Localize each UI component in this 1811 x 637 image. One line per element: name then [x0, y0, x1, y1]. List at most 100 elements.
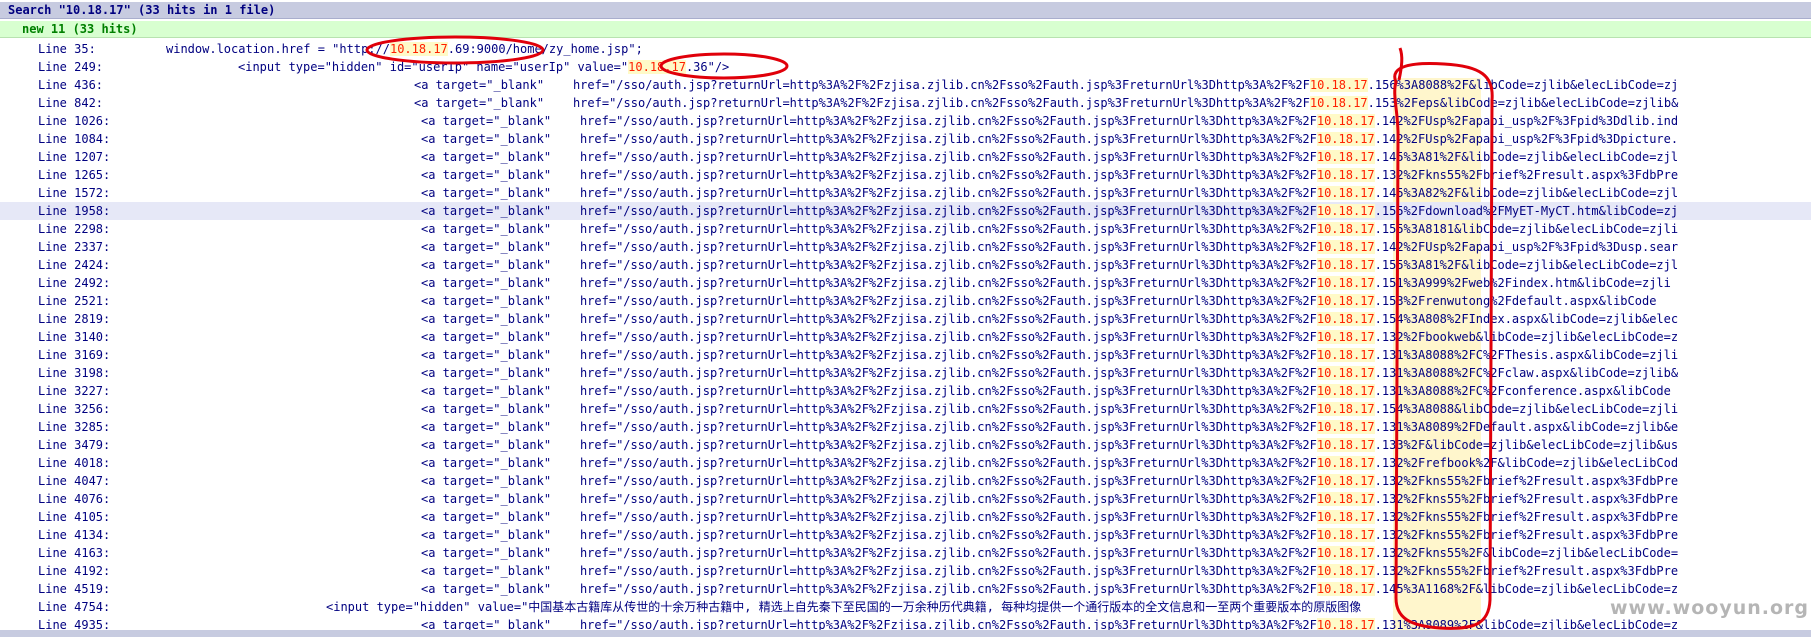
search-match: 10.18.17	[1316, 366, 1375, 380]
hit-code-text: <a target="_blank" href="/sso/auth.jsp?r…	[421, 222, 1679, 236]
search-match: 10.18.17	[1316, 276, 1375, 290]
hit-code-text: <a target="_blank" href="/sso/auth.jsp?r…	[421, 402, 1679, 416]
hit-line-number: Line 3479:	[38, 438, 111, 452]
hit-row[interactable]: Line 4163: <a target="_blank" href="/sso/…	[0, 544, 1811, 562]
hit-line-number: Line 4105:	[38, 510, 111, 524]
hit-row[interactable]: Line 3479: <a target="_blank" href="/sso/…	[0, 436, 1811, 454]
panel-bottom-edge	[0, 630, 1811, 637]
hit-row[interactable]: Line 3140: <a target="_blank" href="/sso/…	[0, 328, 1811, 346]
hit-row[interactable]: Line 1084: <a target="_blank" href="/sso/…	[0, 130, 1811, 148]
hit-row[interactable]: Line 2298: <a target="_blank" href="/sso/…	[0, 220, 1811, 238]
search-match: 10.18.17	[1316, 492, 1375, 506]
hit-code-text: <a target="_blank" href="/sso/auth.jsp?r…	[421, 474, 1679, 488]
search-match: 10.18.17	[1309, 96, 1368, 110]
search-match: 10.18.17	[1316, 294, 1375, 308]
hit-line-number: Line 1026:	[38, 114, 111, 128]
search-results-header[interactable]: Search "10.18.17" (33 hits in 1 file)	[0, 2, 1811, 19]
hit-code-text: window.location.href = "http://10.18.17.…	[166, 42, 643, 56]
hit-row[interactable]: Line 2424: <a target="_blank" href="/sso/…	[0, 256, 1811, 274]
hit-code-text: <a target="_blank" href="/sso/auth.jsp?r…	[421, 438, 1679, 452]
hit-line-number: Line 3198:	[38, 366, 111, 380]
hit-code-text: <a target="_blank" href="/sso/auth.jsp?r…	[414, 78, 1679, 92]
hit-code-text: <a target="_blank" href="/sso/auth.jsp?r…	[421, 150, 1679, 164]
hit-line-number: Line 3285:	[38, 420, 111, 434]
hit-code-text: <a target="_blank" href="/sso/auth.jsp?r…	[421, 330, 1679, 344]
hit-row[interactable]: Line 35: window.location.href = "http://1…	[0, 40, 1811, 58]
hit-code-text: <input type="hidden" value="中国基本古籍库从传世的十…	[326, 600, 1362, 614]
hit-row[interactable]: Line 1958: <a target="_blank" href="/sso/…	[0, 202, 1811, 220]
search-match: 10.18.17	[628, 60, 686, 74]
hit-code-text: <a target="_blank" href="/sso/auth.jsp?r…	[421, 294, 1657, 308]
hit-line-number: Line 3227:	[38, 384, 111, 398]
search-match: 10.18.17	[1316, 528, 1375, 542]
hit-code-text: <a target="_blank" href="/sso/auth.jsp?r…	[421, 168, 1679, 182]
hit-row[interactable]: Line 3169: <a target="_blank" href="/sso/…	[0, 346, 1811, 364]
hit-row[interactable]: Line 3227: <a target="_blank" href="/sso/…	[0, 382, 1811, 400]
hit-line-number: Line 4519:	[38, 582, 111, 596]
hit-code-text: <a target="_blank" href="/sso/auth.jsp?r…	[421, 492, 1679, 506]
hit-row[interactable]: Line 842: <a target="_blank" href="/sso/a…	[0, 94, 1811, 112]
hit-line-number: Line 4076:	[38, 492, 111, 506]
hit-row[interactable]: Line 4519: <a target="_blank" href="/sso/…	[0, 580, 1811, 598]
hit-code-text: <a target="_blank" href="/sso/auth.jsp?r…	[421, 114, 1679, 128]
hit-line-number: Line 3256:	[38, 402, 111, 416]
search-match: 10.18.17	[1316, 330, 1375, 344]
hit-line-number: Line 842:	[38, 96, 104, 110]
hit-row[interactable]: Line 3256: <a target="_blank" href="/sso/…	[0, 400, 1811, 418]
search-match: 10.18.17	[1316, 546, 1375, 560]
hit-row[interactable]: Line 2337: <a target="_blank" href="/sso/…	[0, 238, 1811, 256]
search-match: 10.18.17	[1316, 186, 1375, 200]
hit-code-text: <a target="_blank" href="/sso/auth.jsp?r…	[421, 582, 1679, 596]
hit-row[interactable]: Line 1207: <a target="_blank" href="/sso/…	[0, 148, 1811, 166]
hit-row[interactable]: Line 4076: <a target="_blank" href="/sso/…	[0, 490, 1811, 508]
hit-row[interactable]: Line 4047: <a target="_blank" href="/sso/…	[0, 472, 1811, 490]
hit-row[interactable]: Line 1572: <a target="_blank" href="/sso/…	[0, 184, 1811, 202]
hit-row[interactable]: Line 4192: <a target="_blank" href="/sso/…	[0, 562, 1811, 580]
search-match: 10.18.17	[1316, 114, 1375, 128]
hit-line-number: Line 4754:	[38, 600, 111, 614]
hit-line-number: Line 3169:	[38, 348, 111, 362]
search-match: 10.18.17	[1316, 582, 1375, 596]
hit-line-number: Line 1958:	[38, 204, 111, 218]
search-match: 10.18.17	[1316, 312, 1375, 326]
watermark: www.wooyun.org	[1610, 597, 1809, 619]
hit-row[interactable]: Line 4018: <a target="_blank" href="/sso/…	[0, 454, 1811, 472]
hit-row[interactable]: Line 2819: <a target="_blank" href="/sso/…	[0, 310, 1811, 328]
hit-row[interactable]: Line 4105: <a target="_blank" href="/sso/…	[0, 508, 1811, 526]
search-results-panel: Search "10.18.17" (33 hits in 1 file) ne…	[0, 0, 1811, 637]
hit-row[interactable]: Line 1026: <a target="_blank" href="/sso/…	[0, 112, 1811, 130]
hit-row[interactable]: Line 2521: <a target="_blank" href="/sso/…	[0, 292, 1811, 310]
hit-row[interactable]: Line 3285: <a target="_blank" href="/sso/…	[0, 418, 1811, 436]
hit-code-text: <a target="_blank" href="/sso/auth.jsp?r…	[421, 258, 1679, 272]
hit-row[interactable]: Line 249: <input type="hidden" id="userIp…	[0, 58, 1811, 76]
hit-row[interactable]: Line 4134: <a target="_blank" href="/sso/…	[0, 526, 1811, 544]
hit-code-text: <a target="_blank" href="/sso/auth.jsp?r…	[421, 186, 1679, 200]
search-match: 10.18.17	[1316, 474, 1375, 488]
hit-line-number: Line 1265:	[38, 168, 111, 182]
hit-row[interactable]: Line 436: <a target="_blank" href="/sso/a…	[0, 76, 1811, 94]
hit-row[interactable]: Line 4754: <input type="hidden" value="中国…	[0, 598, 1811, 616]
file-entry[interactable]: new 11 (33 hits)	[0, 21, 1811, 38]
search-match: 10.18.17	[1316, 222, 1375, 236]
hit-row[interactable]: Line 3198: <a target="_blank" href="/sso/…	[0, 364, 1811, 382]
hit-line-number: Line 1084:	[38, 132, 111, 146]
hit-line-number: Line 2521:	[38, 294, 111, 308]
hit-row[interactable]: Line 1265: <a target="_blank" href="/sso/…	[0, 166, 1811, 184]
hit-code-text: <a target="_blank" href="/sso/auth.jsp?r…	[421, 276, 1671, 290]
search-match: 10.18.17	[1316, 150, 1375, 164]
hit-line-number: Line 436:	[38, 78, 104, 92]
search-match: 10.18.17	[1316, 348, 1375, 362]
hit-code-text: <a target="_blank" href="/sso/auth.jsp?r…	[421, 528, 1679, 542]
search-match: 10.18.17	[1316, 456, 1375, 470]
hit-code-text: <a target="_blank" href="/sso/auth.jsp?r…	[421, 384, 1671, 398]
hit-line-number: Line 4018:	[38, 456, 111, 470]
search-match: 10.18.17	[1316, 564, 1375, 578]
search-match: 10.18.17	[1309, 78, 1368, 92]
search-match: 10.18.17	[1316, 420, 1375, 434]
hit-row[interactable]: Line 2492: <a target="_blank" href="/sso/…	[0, 274, 1811, 292]
search-match: 10.18.17	[1316, 384, 1375, 398]
hit-line-number: Line 2424:	[38, 258, 111, 272]
hit-line-number: Line 4047:	[38, 474, 111, 488]
search-match: 10.18.17	[1316, 510, 1375, 524]
hit-line-number: Line 1572:	[38, 186, 111, 200]
